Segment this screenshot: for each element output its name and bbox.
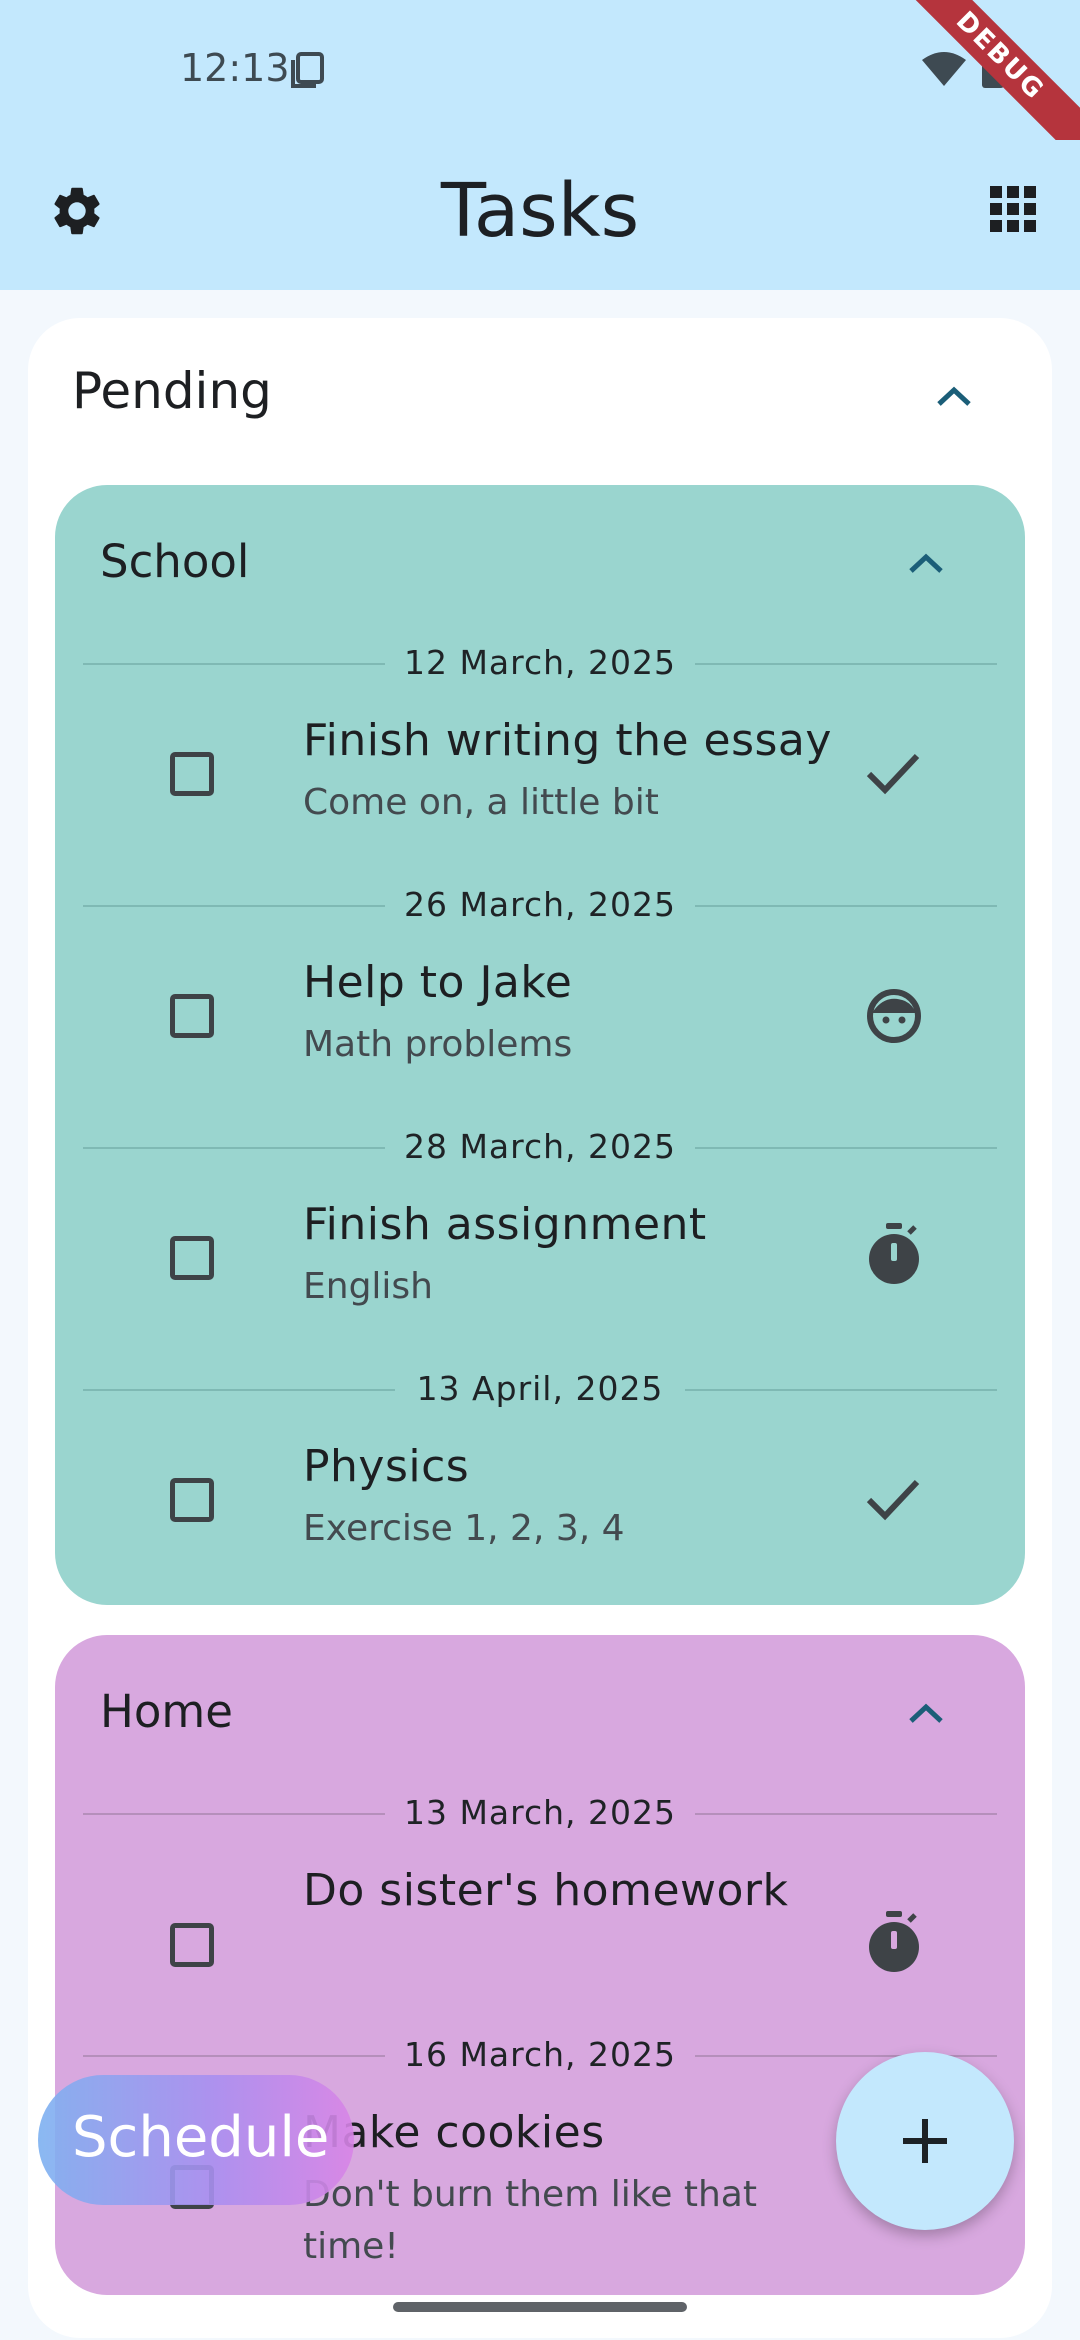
wifi-icon bbox=[922, 52, 966, 86]
date-divider: 28 March, 2025 bbox=[83, 1127, 997, 1167]
app-bar: Tasks bbox=[0, 140, 1080, 290]
timer-icon[interactable] bbox=[865, 1909, 923, 1975]
task-checkbox[interactable] bbox=[170, 752, 214, 796]
task-subtitle: Exercise 1, 2, 3, 4 bbox=[303, 1508, 625, 1549]
date-label: 26 March, 2025 bbox=[403, 885, 677, 924]
task-subtitle: Come on, a little bit bbox=[303, 782, 659, 823]
date-divider: 12 March, 2025 bbox=[83, 643, 997, 683]
task-item[interactable]: Help to Jake Math problems bbox=[55, 957, 1025, 1097]
add-icon bbox=[903, 2119, 947, 2163]
task-subtitle: English bbox=[303, 1266, 433, 1307]
grid-icon[interactable] bbox=[990, 186, 1036, 232]
chevron-up-icon[interactable] bbox=[935, 384, 973, 408]
task-title: Help to Jake bbox=[303, 957, 573, 1008]
task-title: Do sister's homework bbox=[303, 1865, 789, 1916]
task-title: Finish assignment bbox=[303, 1199, 707, 1250]
task-title: Finish writing the essay bbox=[303, 715, 832, 766]
date-label: 28 March, 2025 bbox=[403, 1127, 677, 1166]
page-title: Tasks bbox=[440, 168, 640, 254]
date-label: 13 March, 2025 bbox=[403, 1793, 677, 1832]
task-title: Physics bbox=[303, 1441, 470, 1492]
group-school: School 12 March, 2025 Finish writing the… bbox=[55, 485, 1025, 1605]
chevron-up-icon[interactable] bbox=[907, 551, 945, 575]
screen-copy-icon bbox=[291, 52, 324, 88]
task-item[interactable]: Physics Exercise 1, 2, 3, 4 bbox=[55, 1441, 1025, 1581]
date-divider: 16 March, 2025 bbox=[83, 2035, 997, 2075]
chevron-up-icon[interactable] bbox=[907, 1701, 945, 1725]
check-icon[interactable] bbox=[865, 750, 921, 798]
date-label: 12 March, 2025 bbox=[403, 643, 677, 682]
home-indicator[interactable] bbox=[393, 2302, 687, 2312]
date-label: 13 April, 2025 bbox=[416, 1369, 664, 1408]
group-title: Home bbox=[100, 1685, 233, 1738]
task-checkbox[interactable] bbox=[170, 1478, 214, 1522]
add-task-button[interactable] bbox=[836, 2052, 1014, 2230]
check-icon[interactable] bbox=[865, 1476, 921, 1524]
task-checkbox[interactable] bbox=[170, 1236, 214, 1280]
timer-icon[interactable] bbox=[865, 1221, 923, 1287]
date-label: 16 March, 2025 bbox=[403, 2035, 677, 2074]
face-icon[interactable] bbox=[865, 987, 923, 1045]
task-subtitle: Don't burn them like that time! bbox=[303, 2174, 757, 2267]
schedule-button-label[interactable]: Schedule bbox=[72, 2105, 329, 2170]
date-divider: 26 March, 2025 bbox=[83, 885, 997, 925]
task-checkbox[interactable] bbox=[170, 1923, 214, 1967]
task-item[interactable]: Finish writing the essay Come on, a litt… bbox=[55, 715, 1025, 855]
group-title: School bbox=[100, 535, 250, 588]
status-time: 12:13 bbox=[180, 46, 290, 90]
date-divider: 13 April, 2025 bbox=[83, 1369, 997, 1409]
task-subtitle: Math problems bbox=[303, 1024, 573, 1065]
pending-section-title: Pending bbox=[72, 362, 272, 420]
task-item[interactable]: Do sister's homework bbox=[55, 1865, 1025, 2005]
date-divider: 13 March, 2025 bbox=[83, 1793, 997, 1833]
status-bar: 12:13 DEBUG bbox=[0, 0, 1080, 177]
task-checkbox[interactable] bbox=[170, 994, 214, 1038]
task-item[interactable]: Finish assignment English bbox=[55, 1199, 1025, 1339]
